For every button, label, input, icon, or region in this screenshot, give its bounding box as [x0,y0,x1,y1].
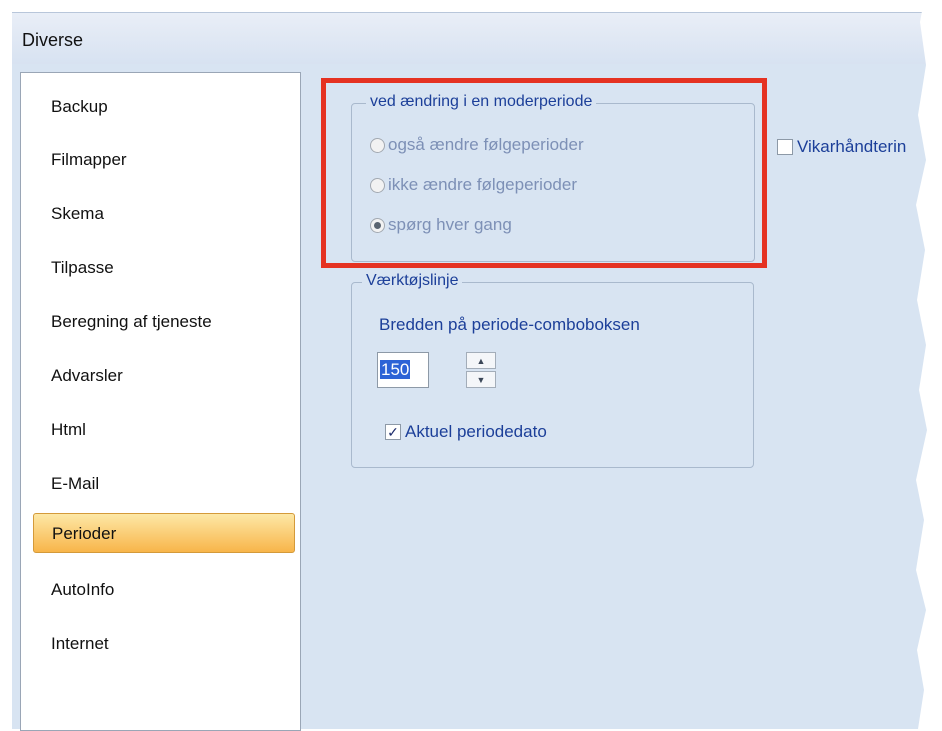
current-period-date-label: Aktuel periodedato [405,422,547,441]
sidebar-item-advarsler[interactable]: Advarsler [33,356,295,396]
vikar-label: Vikarhåndterin [797,137,907,156]
sidebar-item-tilpasse[interactable]: Tilpasse [33,248,295,288]
sidebar-item-html[interactable]: Html [33,410,295,450]
width-spinner: ▲ ▼ [466,352,496,388]
window-title: Diverse [22,30,84,50]
torn-edge [916,0,942,729]
vikar-checkbox[interactable]: Vikarhåndterin [777,136,906,158]
combobox-width-label: Bredden på periode-comboboksen [379,315,640,334]
sidebar-item-perioder[interactable]: Perioder [33,513,295,553]
sidebar-item-backup[interactable]: Backup [33,87,295,127]
title-bar: Diverse [12,12,932,65]
sidebar-item-email[interactable]: E-Mail [33,464,295,504]
current-period-date-checkbox[interactable]: ✓ Aktuel periodedato [385,421,547,443]
checkmark-icon: ✓ [385,424,401,440]
options-window: Diverse Backup Filmapper Skema Tilpasse … [0,0,942,731]
sidebar-item-internet[interactable]: Internet [33,624,295,664]
sidebar-item-beregning[interactable]: Beregning af tjeneste [33,302,295,342]
sidebar-item-autoinfo[interactable]: AutoInfo [33,570,295,610]
checkbox-icon [777,139,793,155]
highlight-frame [321,78,767,268]
sidebar-item-filmapper[interactable]: Filmapper [33,140,295,180]
spin-down-icon[interactable]: ▼ [466,371,496,388]
sidebar: Backup Filmapper Skema Tilpasse Beregnin… [20,72,301,731]
sidebar-item-skema[interactable]: Skema [33,194,295,234]
toolbar-legend: Værktøjslinje [362,272,463,290]
combobox-width-input[interactable]: 150 [377,352,429,388]
spin-up-icon[interactable]: ▲ [466,352,496,369]
combobox-width-value: 150 [380,360,411,379]
